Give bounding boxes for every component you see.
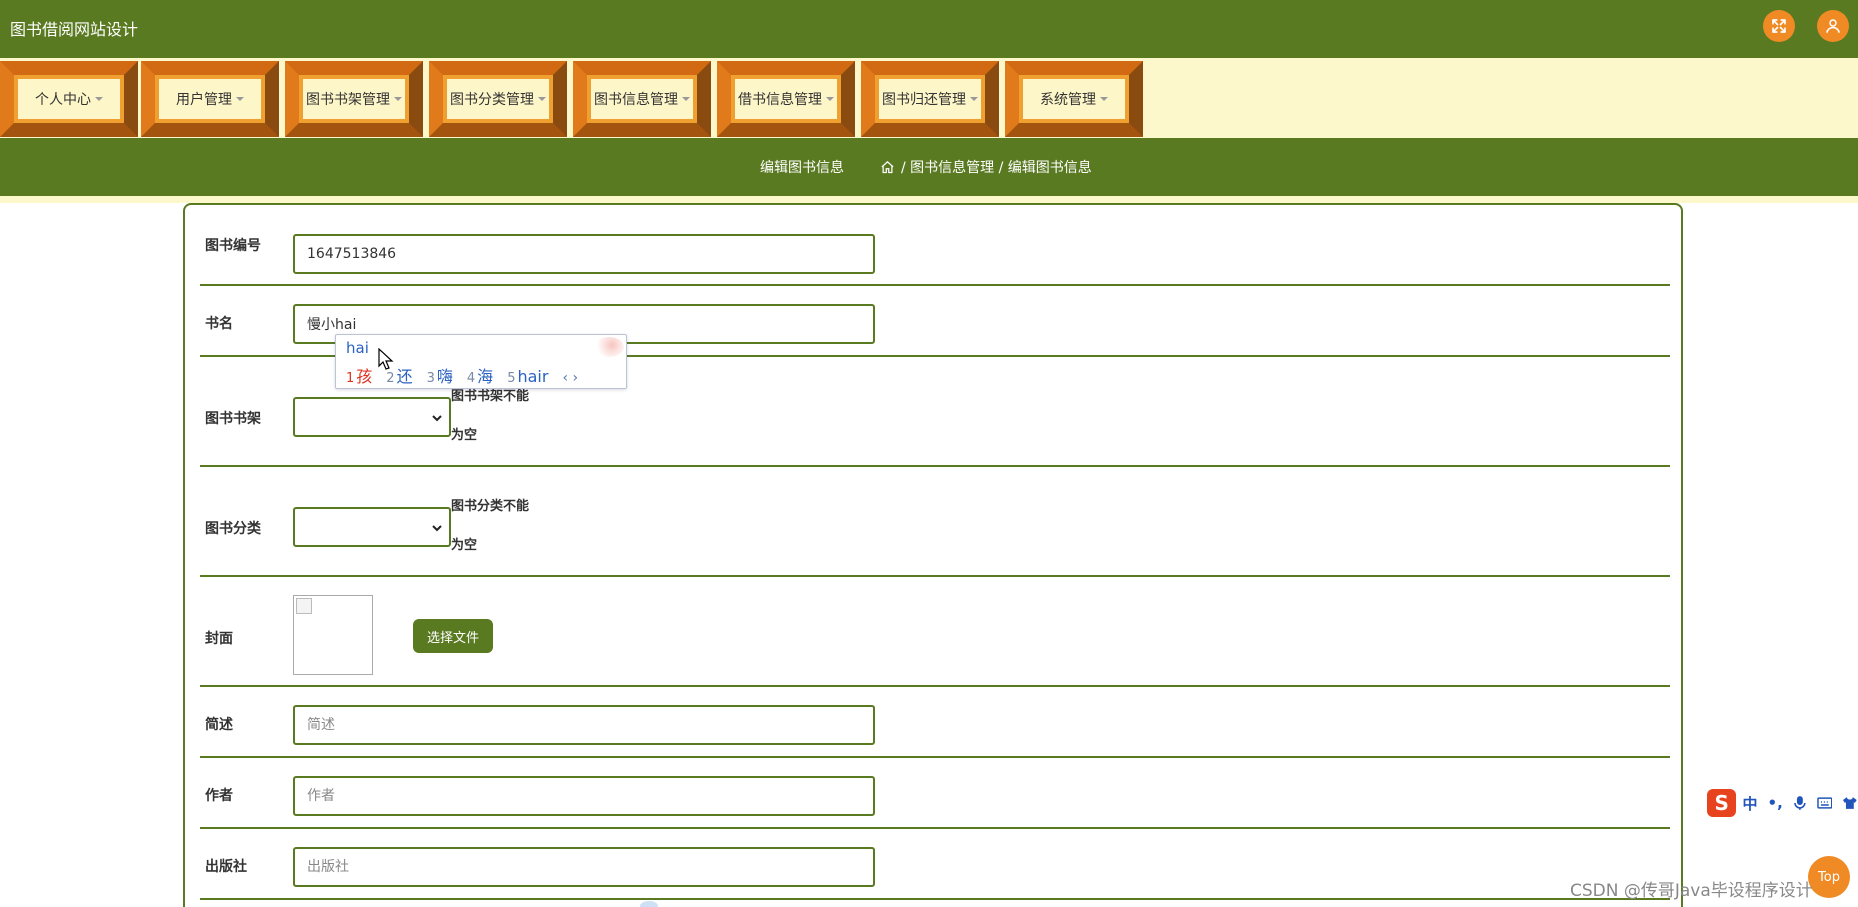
- home-icon[interactable]: [880, 160, 895, 175]
- nav-item-system-management[interactable]: 系统管理: [1005, 61, 1143, 137]
- caret-down-icon: [95, 97, 103, 101]
- ime-page-arrows[interactable]: ‹ ›: [562, 370, 578, 386]
- field-label: 书名: [205, 316, 233, 332]
- form-row-category: 图书分类 图书分类不能为空: [200, 467, 1670, 577]
- nav-item-borrow-management[interactable]: 借书信息管理: [717, 61, 855, 137]
- form-row-author: 作者: [200, 758, 1670, 829]
- field-label: 图书分类: [205, 521, 261, 537]
- field-label: 作者: [205, 788, 233, 804]
- top-header: 图书借阅网站设计: [0, 0, 1858, 58]
- skin-icon[interactable]: [1842, 796, 1858, 810]
- nav-label: 图书归还管理: [882, 92, 966, 108]
- caret-down-icon: [826, 97, 834, 101]
- author-input[interactable]: [293, 776, 875, 816]
- watermark: CSDN @传哥Java毕设程序设计: [1570, 881, 1813, 901]
- chevron-down-icon: [432, 525, 442, 532]
- main-nav: 个人中心 用户管理 图书书架管理 图书分类管理 图书信息管理 借书信息管理 图书…: [0, 58, 1858, 138]
- form-row-book-no: 图书编号: [200, 205, 1670, 286]
- category-select[interactable]: [293, 507, 451, 547]
- mic-icon[interactable]: [1793, 795, 1807, 811]
- publisher-input[interactable]: [293, 847, 875, 887]
- caret-down-icon: [538, 97, 546, 101]
- nav-label: 图书信息管理: [594, 92, 678, 108]
- keyboard-icon[interactable]: [1816, 796, 1833, 810]
- sogou-logo-icon[interactable]: S: [1707, 789, 1737, 817]
- field-label: 图书书架: [205, 411, 261, 427]
- ime-composition: hai: [346, 339, 369, 357]
- edit-book-form: 图书编号 书名 图书书架 图书书架不能为空 图书分类 图书分类不能为空 封面 选…: [183, 203, 1683, 907]
- breadcrumb-bar: 编辑图书信息 / 图书信息管理 / 编辑图书信息: [0, 138, 1858, 196]
- choose-file-button[interactable]: 选择文件: [413, 619, 493, 653]
- ime-punct-toggle[interactable]: •,: [1768, 794, 1783, 812]
- expand-icon[interactable]: [1763, 10, 1795, 42]
- ime-skin-decoration: [594, 337, 624, 357]
- caret-down-icon: [970, 97, 978, 101]
- caret-down-icon: [236, 97, 244, 101]
- field-label: 封面: [205, 631, 233, 647]
- book-no-input[interactable]: [293, 234, 875, 274]
- field-label: 简述: [205, 717, 233, 733]
- nav-item-category-management[interactable]: 图书分类管理: [429, 61, 567, 137]
- site-title: 图书借阅网站设计: [10, 20, 139, 39]
- back-to-top-button[interactable]: Top: [1808, 856, 1850, 898]
- nav-item-shelf-management[interactable]: 图书书架管理: [285, 61, 423, 137]
- field-label: 图书编号: [205, 238, 261, 254]
- nav-label: 图书分类管理: [450, 92, 534, 108]
- form-row-publisher: 出版社: [200, 829, 1670, 900]
- ime-candidate[interactable]: 3嗨: [427, 363, 453, 387]
- user-icon[interactable]: [1817, 10, 1849, 42]
- nav-label: 用户管理: [176, 92, 232, 108]
- nav-label: 个人中心: [35, 92, 91, 108]
- caret-down-icon: [682, 97, 690, 101]
- nav-item-return-management[interactable]: 图书归还管理: [861, 61, 999, 137]
- shelf-select[interactable]: [293, 397, 451, 437]
- caret-down-icon: [394, 97, 402, 101]
- chevron-down-icon: [432, 415, 442, 422]
- breadcrumb-path[interactable]: / 图书信息管理 / 编辑图书信息: [901, 157, 1092, 177]
- mouse-cursor-icon: [378, 348, 394, 370]
- nav-item-user-management[interactable]: 用户管理: [141, 61, 279, 137]
- form-row-cover: 封面 选择文件: [200, 577, 1670, 687]
- breadcrumb: / 图书信息管理 / 编辑图书信息: [880, 157, 1092, 177]
- broken-image-icon: [296, 598, 312, 614]
- category-error-hint: 图书分类不能为空: [451, 499, 530, 553]
- field-label: 出版社: [205, 859, 247, 875]
- form-row-summary: 简述: [200, 687, 1670, 758]
- page-title: 编辑图书信息: [760, 160, 844, 176]
- nav-item-personal-center[interactable]: 个人中心: [0, 61, 138, 137]
- ime-candidate[interactable]: 5 hair: [507, 367, 548, 386]
- nav-label: 借书信息管理: [738, 92, 822, 108]
- ime-candidate[interactable]: 1孩: [346, 363, 372, 387]
- divider: [0, 196, 1858, 203]
- ime-candidate[interactable]: 4海: [467, 363, 493, 387]
- nav-label: 系统管理: [1040, 92, 1096, 108]
- nav-item-book-info-management[interactable]: 图书信息管理: [573, 61, 711, 137]
- scroll-indicator: [640, 901, 658, 907]
- ime-mode-toggle[interactable]: 中: [1742, 793, 1757, 814]
- nav-label: 图书书架管理: [306, 92, 390, 108]
- sogou-ime-toolbar: S 中 •,: [1707, 787, 1858, 819]
- summary-input[interactable]: [293, 705, 875, 745]
- cover-image: [293, 595, 373, 675]
- caret-down-icon: [1100, 97, 1108, 101]
